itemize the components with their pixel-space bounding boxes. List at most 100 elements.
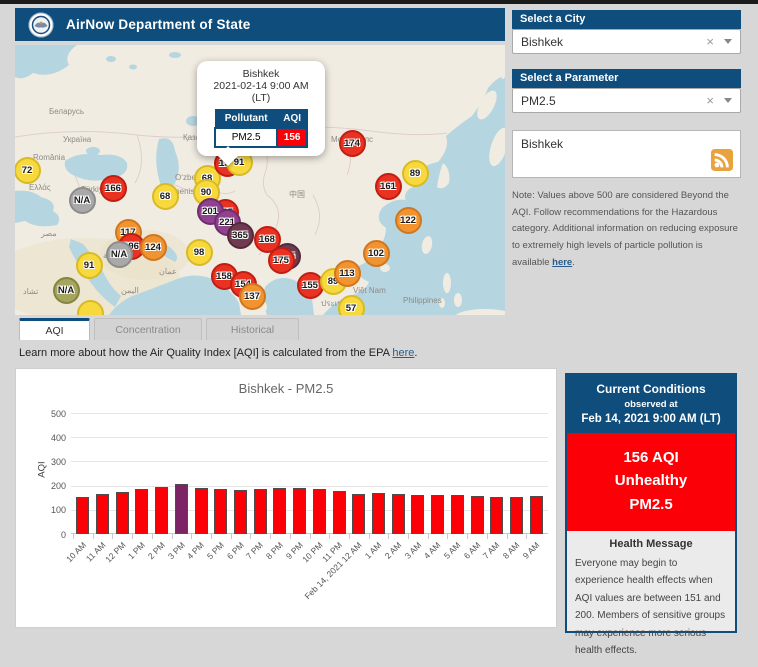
chart-x-tick-label: 4 AM [422, 540, 443, 561]
chart-x-tick-label: 7 AM [481, 540, 502, 561]
aqi-marker[interactable]: N/A [69, 187, 96, 214]
chevron-down-icon[interactable] [724, 39, 732, 44]
current-conditions-panel: Current Conditions observed at Feb 14, 2… [565, 373, 737, 633]
chart-bar[interactable] [214, 489, 227, 534]
chart-bar[interactable] [510, 497, 523, 535]
chart-x-tick [329, 534, 330, 539]
aqi-marker[interactable]: 91 [76, 252, 103, 279]
popup-col-aqi: AQI [277, 110, 307, 129]
chart-x-tick-label: 10 AM [64, 540, 88, 564]
tab-bar: AQIConcentrationHistorical [19, 318, 299, 340]
rss-city-label: Bishkek [521, 137, 732, 151]
learn-more-text: Learn more about how the Air Quality Ind… [19, 347, 417, 359]
aqi-marker[interactable]: 98 [186, 239, 213, 266]
cc-timestamp: Feb 14, 2021 9:00 AM (LT) [571, 413, 731, 425]
chart-bar[interactable] [76, 497, 89, 535]
popup-col-pollutant: Pollutant [215, 110, 277, 129]
chart-x-tick-label: 1 AM [363, 540, 384, 561]
chart-bar[interactable] [254, 489, 267, 534]
chart-gridline [71, 486, 548, 487]
parameter-select-value: PM2.5 [521, 94, 706, 108]
chart-bar[interactable] [333, 491, 346, 534]
select-city-header: Select a City [512, 10, 741, 29]
chart-bar[interactable] [293, 488, 306, 534]
clear-city-icon[interactable]: × [706, 34, 714, 49]
aqi-marker[interactable]: 161 [375, 173, 402, 200]
chart-x-tick [447, 534, 448, 539]
chart-x-tick [172, 534, 173, 539]
tab-concentration[interactable]: Concentration [94, 318, 202, 340]
aqi-marker[interactable]: 124 [140, 234, 167, 261]
popup-aqi-value: 156 [277, 128, 307, 147]
popup-table: Pollutant AQI PM2.5 156 [214, 109, 308, 148]
chart-bar[interactable] [530, 496, 543, 534]
parameter-select[interactable]: PM2.5 × [512, 88, 741, 113]
chart-y-tick-label: 100 [32, 505, 66, 515]
chart-x-labels: 10 AM11 AM12 PM1 PM2 PM3 PM4 PM5 PM6 PM7… [73, 540, 546, 620]
chart-bar[interactable] [352, 494, 365, 534]
city-select[interactable]: Bishkek × [512, 29, 741, 54]
aqi-marker[interactable]: 155 [297, 272, 324, 299]
chart-x-tick [112, 534, 113, 539]
popup-datetime: 2021-02-14 9:00 AM [205, 80, 317, 92]
chart-bar[interactable] [471, 496, 484, 534]
aqi-marker[interactable]: 102 [363, 240, 390, 267]
chart-x-tick [408, 534, 409, 539]
chart-bar[interactable] [392, 494, 405, 534]
clear-parameter-icon[interactable]: × [706, 93, 714, 108]
chart-y-tick-label: 200 [32, 481, 66, 491]
health-message-text: Everyone may begin to experience health … [575, 555, 727, 660]
chevron-down-icon[interactable] [724, 98, 732, 103]
aqi-marker[interactable]: 57 [338, 295, 365, 316]
note-text-end: . [572, 257, 575, 268]
aqi-marker[interactable]: N/A [53, 277, 80, 304]
cc-aqi-value: 156 AQI [571, 446, 731, 469]
chart-x-tick-label: 6 AM [461, 540, 482, 561]
aqi-marker[interactable]: 113 [334, 260, 361, 287]
popup-city: Bishkek [205, 68, 317, 80]
health-message-title: Health Message [575, 538, 727, 550]
chart-x-tick [152, 534, 153, 539]
tab-aqi[interactable]: AQI [19, 318, 90, 340]
aqi-marker[interactable]: 89 [402, 160, 429, 187]
chart-bar[interactable] [116, 492, 129, 534]
chart-bar[interactable] [195, 488, 208, 534]
chart-bar[interactable] [431, 495, 444, 534]
aqi-marker[interactable]: 68 [152, 183, 179, 210]
aqi-marker[interactable]: 174 [339, 130, 366, 157]
aqi-marker[interactable]: 72 [15, 157, 41, 184]
chart-x-tick [467, 534, 468, 539]
rss-icon[interactable] [711, 149, 733, 171]
chart-x-tick [290, 534, 291, 539]
chart-gridline [71, 461, 548, 462]
chart-bar[interactable] [313, 489, 326, 534]
aqi-marker[interactable]: N/A [106, 241, 133, 268]
chart-bar[interactable] [372, 493, 385, 534]
aqi-marker[interactable]: 122 [395, 207, 422, 234]
chart-bar[interactable] [234, 490, 247, 534]
note-text-body: Note: Values above 500 are considered Be… [512, 190, 738, 268]
chart-y-tick-label: 0 [32, 530, 66, 540]
map[interactable]: БеларусьУкраїнаRomâniaΕλλάςTürkiyeҚазақс… [15, 45, 505, 315]
chart-x-tick [73, 534, 74, 539]
top-strip [0, 0, 758, 4]
chart-bar[interactable] [155, 487, 168, 534]
aqi-marker[interactable]: 166 [100, 175, 127, 202]
aqi-marker[interactable]: 365 [227, 222, 254, 249]
chart-bar[interactable] [451, 495, 464, 534]
aqi-marker[interactable]: 137 [239, 283, 266, 310]
chart-x-tick-label: 3 AM [402, 540, 423, 561]
chart-bar[interactable] [135, 489, 148, 534]
chart-bar[interactable] [175, 484, 188, 534]
chart-x-tick-label: 12 PM [103, 540, 127, 564]
chart-bar[interactable] [490, 497, 503, 535]
aqi-marker[interactable]: 175 [268, 247, 295, 274]
note-here-link[interactable]: here [552, 257, 572, 268]
epa-here-link[interactable]: here [392, 347, 414, 359]
chart-bar[interactable] [273, 488, 286, 534]
chart-bar[interactable] [411, 495, 424, 534]
tab-historical[interactable]: Historical [206, 318, 299, 340]
chart-bar[interactable] [96, 494, 109, 534]
chart-x-tick-label: 4 PM [185, 540, 206, 561]
popup-pollutant-value: PM2.5 [215, 128, 277, 147]
